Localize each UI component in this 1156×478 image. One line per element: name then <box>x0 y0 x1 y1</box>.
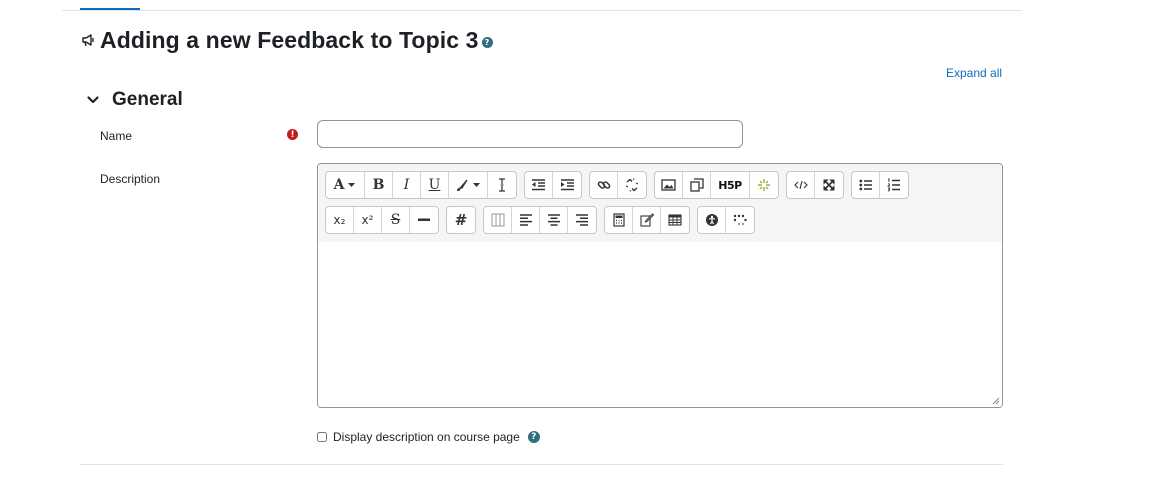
toolbar-group-style: A B I U <box>325 171 517 199</box>
fullscreen-icon[interactable] <box>815 172 843 198</box>
section-title: General <box>112 89 183 110</box>
toolbar-group-format: x₂ x² S <box>325 206 439 234</box>
section-divider <box>80 464 1003 465</box>
toolbar-group-align <box>483 206 597 234</box>
special-character-icon[interactable]: # <box>447 207 475 233</box>
subscript-icon[interactable]: x₂ <box>326 207 354 233</box>
editor-toolbar: A B I U H5P x₂ x² S # <box>318 164 1002 243</box>
image-icon[interactable] <box>655 172 683 198</box>
manage-files-icon[interactable] <box>750 172 778 198</box>
horizontal-rule-icon[interactable] <box>410 207 438 233</box>
align-center-icon[interactable] <box>540 207 568 233</box>
exclamation-circle-icon: ! <box>287 129 298 140</box>
table-column-icon[interactable] <box>484 207 512 233</box>
superscript-icon[interactable]: x² <box>354 207 382 233</box>
page-title: Adding a new Feedback to Topic 3 <box>100 26 479 53</box>
toolbar-group-accessibility <box>697 206 755 234</box>
screen-reader-helper-icon[interactable] <box>726 207 754 233</box>
font-color-icon[interactable] <box>449 172 488 198</box>
chevron-down-icon <box>86 93 100 107</box>
add-feedback-page: Adding a new Feedback to Topic 3 ? Expan… <box>0 0 1156 478</box>
align-right-icon[interactable] <box>568 207 596 233</box>
question-circle-icon[interactable]: ? <box>527 431 540 443</box>
ordered-list-icon[interactable] <box>880 172 908 198</box>
underline-icon[interactable]: U <box>421 172 449 198</box>
description-editor: A B I U H5P x₂ x² S # <box>317 163 1003 408</box>
display-description-option: Display description on course page ? <box>317 430 540 444</box>
toolbar-row: x₂ x² S # <box>325 206 762 234</box>
font-size-icon[interactable]: A <box>326 172 365 198</box>
bold-icon[interactable]: B <box>365 172 393 198</box>
description-textarea[interactable] <box>318 242 1002 407</box>
question-circle-icon[interactable]: ? <box>481 37 493 48</box>
table-icon[interactable] <box>661 207 689 233</box>
general-section-toggle[interactable]: General <box>86 88 183 112</box>
display-description-label: Display description on course page <box>333 430 520 444</box>
outdent-icon[interactable] <box>525 172 553 198</box>
name-label: Name <box>100 129 133 143</box>
link-icon[interactable] <box>590 172 618 198</box>
accessibility-checker-icon[interactable] <box>698 207 726 233</box>
clear-formatting-icon[interactable] <box>488 172 516 198</box>
h5p-icon[interactable]: H5P <box>711 172 750 198</box>
unordered-list-icon[interactable] <box>852 172 880 198</box>
toolbar-row: A B I U H5P <box>325 171 916 199</box>
toolbar-group-chars: # <box>446 206 476 234</box>
toolbar-group-lists <box>851 171 909 199</box>
italic-icon[interactable]: I <box>393 172 421 198</box>
strikethrough-icon[interactable]: S <box>382 207 410 233</box>
expand-all-link[interactable]: Expand all <box>946 66 1002 80</box>
name-input[interactable] <box>317 120 743 148</box>
resize-handle-icon[interactable] <box>992 397 1000 405</box>
display-description-checkbox[interactable] <box>317 432 327 442</box>
description-label: Description <box>100 172 161 186</box>
align-left-icon[interactable] <box>512 207 540 233</box>
unlink-icon[interactable] <box>618 172 646 198</box>
edit-icon[interactable] <box>633 207 661 233</box>
active-tab-indicator <box>80 8 140 10</box>
media-icon[interactable] <box>683 172 711 198</box>
megaphone-icon <box>80 32 96 48</box>
toolbar-group-view <box>786 171 844 199</box>
toolbar-group-indent <box>524 171 582 199</box>
html-icon[interactable] <box>787 172 815 198</box>
toolbar-group-insert <box>604 206 690 234</box>
toolbar-group-media: H5P <box>654 171 779 199</box>
top-divider <box>62 10 1022 11</box>
page-heading: Adding a new Feedback to Topic 3 ? <box>80 24 493 56</box>
indent-icon[interactable] <box>553 172 581 198</box>
toolbar-group-links <box>589 171 647 199</box>
equation-icon[interactable] <box>605 207 633 233</box>
